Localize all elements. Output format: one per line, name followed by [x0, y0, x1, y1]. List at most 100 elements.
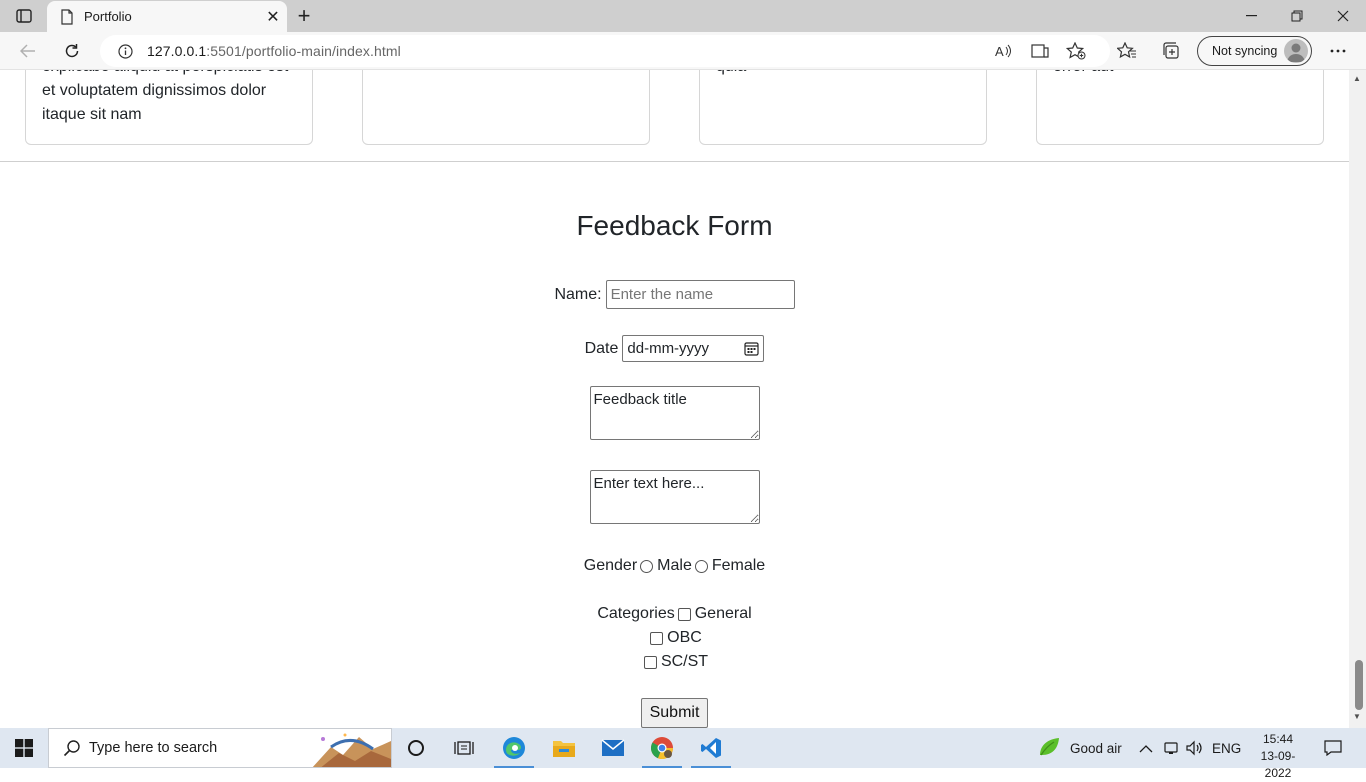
- sync-label: Not syncing: [1212, 44, 1278, 58]
- edge-icon[interactable]: [490, 728, 538, 768]
- search-highlight-icon: [312, 733, 391, 767]
- profile-avatar-icon: [1284, 39, 1308, 63]
- notifications-icon[interactable]: [1309, 728, 1357, 768]
- language-indicator[interactable]: ENG: [1212, 728, 1241, 768]
- mail-icon[interactable]: [589, 728, 637, 768]
- windows-start-icon[interactable]: [0, 728, 48, 768]
- collections-icon[interactable]: [1159, 39, 1183, 63]
- gender-female-label: Female: [711, 557, 766, 574]
- scroll-up-icon[interactable]: ▲: [1353, 74, 1361, 83]
- taskbar-clock[interactable]: 15:44 13-09-2022: [1254, 731, 1302, 782]
- file-explorer-icon[interactable]: [540, 728, 588, 768]
- name-label: Name:: [554, 285, 602, 303]
- project-card: error aut: [1036, 70, 1324, 145]
- card-text-line: error aut: [1053, 70, 1307, 79]
- immersive-reader-icon[interactable]: [1028, 39, 1052, 63]
- favorites-icon[interactable]: [1115, 39, 1139, 63]
- gender-row: Gender Male Female: [0, 557, 1349, 575]
- weather-status[interactable]: Good air: [1070, 728, 1122, 768]
- clock-time: 15:44: [1262, 732, 1294, 746]
- card-text: error aut: [1053, 70, 1307, 79]
- search-icon: [63, 740, 80, 757]
- weather-leaf-icon[interactable]: [1038, 737, 1060, 762]
- svg-text:A: A: [995, 44, 1004, 59]
- refresh-icon[interactable]: [58, 37, 86, 65]
- volume-icon[interactable]: [1186, 728, 1204, 768]
- address-bar[interactable]: 127.0.0.1:5501/portfolio-main/index.html: [100, 35, 1110, 67]
- card-text-line: et voluptatem dignissimos dolor: [42, 82, 267, 99]
- card-text-line: explicabo aliquid at perspiciatis est: [42, 70, 296, 79]
- category-general-label: General: [694, 605, 752, 622]
- url-text[interactable]: 127.0.0.1:5501/portfolio-main/index.html: [147, 43, 401, 59]
- gender-male-label: Male: [657, 557, 692, 574]
- vscode-icon[interactable]: [687, 728, 735, 768]
- date-row: Date dd-mm-yyyy: [0, 335, 1349, 362]
- info-icon[interactable]: [118, 43, 133, 59]
- project-card: [362, 70, 650, 145]
- read-aloud-icon[interactable]: A: [992, 39, 1016, 63]
- scroll-down-icon[interactable]: ▼: [1353, 712, 1361, 721]
- tab-bar: Portfolio ✕ +: [0, 0, 1366, 32]
- project-card: quia: [699, 70, 987, 145]
- gender-female-radio[interactable]: [694, 559, 708, 573]
- close-tab-icon[interactable]: ✕: [259, 3, 287, 31]
- add-favorite-icon[interactable]: [1064, 39, 1088, 63]
- categories-row: SC/ST: [0, 653, 1349, 671]
- gender-label: Gender: [583, 557, 638, 574]
- name-input[interactable]: [605, 280, 795, 309]
- close-window-icon[interactable]: [1320, 0, 1366, 32]
- tab-actions-icon[interactable]: [10, 6, 38, 26]
- sync-button[interactable]: Not syncing: [1197, 36, 1312, 66]
- card-text: explicabo aliquid at perspiciatis est et…: [42, 70, 296, 127]
- category-obc-checkbox[interactable]: [650, 631, 664, 645]
- category-general-checkbox[interactable]: [677, 607, 691, 621]
- scrollbar-thumb[interactable]: [1355, 660, 1363, 710]
- section-divider: [0, 161, 1349, 162]
- tab-title: Portfolio: [84, 9, 132, 24]
- category-scst-label: SC/ST: [660, 653, 709, 670]
- taskbar-search[interactable]: Type here to search: [48, 728, 392, 768]
- feedback-text-textarea[interactable]: [589, 470, 760, 524]
- minimize-icon[interactable]: [1228, 0, 1274, 32]
- date-input[interactable]: dd-mm-yyyy: [622, 335, 765, 362]
- new-tab-icon[interactable]: +: [292, 3, 316, 28]
- card-text: quia: [716, 70, 970, 79]
- category-obc-label: OBC: [667, 629, 702, 646]
- page-scrollbar[interactable]: ▲ ▼: [1349, 70, 1366, 728]
- page-viewport: explicabo aliquid at perspiciatis est et…: [0, 70, 1349, 728]
- browser-tab[interactable]: Portfolio ✕: [47, 1, 287, 32]
- project-card: explicabo aliquid at perspiciatis est et…: [25, 70, 313, 145]
- onedrive-sync-icon[interactable]: [1163, 728, 1179, 768]
- url-host: 127.0.0.1: [147, 43, 207, 59]
- show-hidden-icons-icon[interactable]: [1139, 728, 1153, 768]
- category-scst-checkbox[interactable]: [643, 655, 657, 669]
- card-text-line: itaque sit nam: [42, 106, 142, 123]
- categories-row: Categories General: [0, 605, 1349, 623]
- url-path: :5501/portfolio-main/index.html: [206, 43, 401, 59]
- categories-row: OBC: [0, 629, 1349, 647]
- submit-row: Submit: [0, 698, 1349, 728]
- date-label: Date: [584, 339, 619, 357]
- calendar-icon[interactable]: [744, 341, 759, 356]
- submit-button[interactable]: Submit: [640, 698, 709, 728]
- gender-male-radio[interactable]: [640, 559, 654, 573]
- card-text-line: quia: [716, 70, 970, 79]
- feedback-text-row: [0, 470, 1349, 524]
- name-row: Name:: [0, 280, 1349, 309]
- date-value: dd-mm-yyyy: [627, 340, 710, 357]
- back-icon[interactable]: [14, 37, 42, 65]
- feedback-title-textarea[interactable]: [589, 386, 760, 440]
- chrome-icon[interactable]: [638, 728, 686, 768]
- categories-label: Categories: [597, 605, 675, 622]
- cortana-icon[interactable]: [392, 728, 440, 768]
- browser-toolbar: 127.0.0.1:5501/portfolio-main/index.html…: [0, 32, 1366, 70]
- more-options-icon[interactable]: [1326, 39, 1350, 63]
- clock-date: 13-09-2022: [1260, 749, 1296, 780]
- form-title: Feedback Form: [576, 210, 773, 241]
- restore-icon[interactable]: [1274, 0, 1320, 32]
- feedback-title-row: [0, 386, 1349, 440]
- task-view-icon[interactable]: [440, 728, 488, 768]
- taskbar: Type here to search Good air ENG 15:44 1…: [0, 728, 1366, 780]
- page-icon: [61, 8, 73, 25]
- search-placeholder: Type here to search: [89, 740, 218, 756]
